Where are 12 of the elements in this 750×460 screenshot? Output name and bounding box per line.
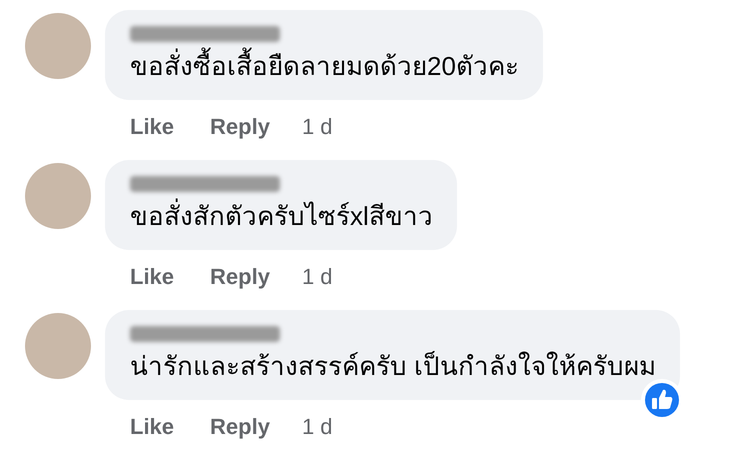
timestamp[interactable]: 1 d (302, 410, 333, 443)
timestamp[interactable]: 1 d (302, 110, 333, 143)
comment-text: น่ารักและสร้างสรรค์ครับ เป็นกำลังใจให้ครับผม (130, 350, 656, 383)
reply-link[interactable]: Reply (210, 260, 270, 293)
comment-text: ขอสั่งสักตัวครับไซร์xlสีขาว (130, 198, 433, 234)
timestamp[interactable]: 1 d (302, 260, 333, 293)
like-link[interactable]: Like (130, 110, 174, 143)
like-link[interactable]: Like (130, 410, 174, 443)
comment-text: ขอสั่งซื้อเสื้อยืดลายมดด้วย20ตัวคะ (130, 48, 519, 84)
reply-link[interactable]: Reply (210, 410, 270, 443)
reply-link[interactable]: Reply (210, 110, 270, 143)
like-link[interactable]: Like (130, 260, 174, 293)
